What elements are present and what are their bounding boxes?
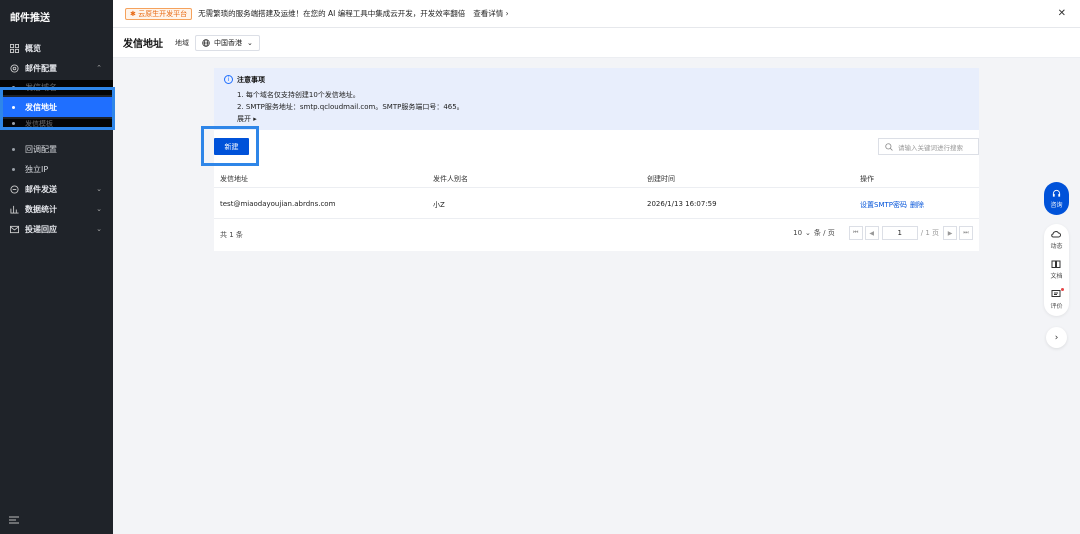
- column-header: 发件人别名: [433, 175, 468, 183]
- chevron-down-icon: ⌄: [805, 229, 811, 237]
- chevron-right-icon[interactable]: ›: [1046, 327, 1067, 348]
- column-header: 发信地址: [220, 175, 248, 183]
- close-icon[interactable]: ✕: [1058, 8, 1066, 19]
- notice-box: i 注意事项 1. 每个域名仅支持创建10个发信地址。 2. SMTP服务地址：…: [214, 68, 979, 130]
- bullet-icon: [12, 105, 15, 109]
- chevron-down-icon: ⌄: [247, 38, 253, 47]
- chevron-down-icon: ⌄: [96, 205, 102, 213]
- float-panel: 动态 文档 评价: [1044, 224, 1069, 316]
- bullet-icon: [12, 86, 15, 89]
- docs-button[interactable]: 文档: [1050, 254, 1063, 284]
- table-row: test@miaodayoujian.abrdns.com 小Z 2026/1/…: [214, 189, 979, 219]
- mail-icon: [9, 224, 19, 234]
- sidebar-item-mail-config[interactable]: 邮件配置 ⌃: [0, 58, 113, 78]
- sidebar-item-label: 投递回应: [25, 224, 57, 234]
- notice-title: 注意事项: [237, 76, 265, 84]
- sidebar-item-label: 独立IP: [25, 164, 49, 174]
- column-header: 操作: [860, 175, 874, 183]
- sidebar-item-callback[interactable]: 回调配置: [0, 139, 113, 159]
- promo-badge: ✱ 云原生开发平台: [125, 7, 193, 20]
- sidebar-item-sender-domain[interactable]: 发信域名: [0, 80, 113, 95]
- notice-expand-link[interactable]: 展开 ▸: [237, 114, 257, 124]
- notice-line: 2. SMTP服务地址：smtp.qcloudmail.com。SMTP服务端口…: [237, 103, 464, 111]
- new-button[interactable]: 新建: [214, 138, 249, 155]
- send-icon: [9, 184, 19, 194]
- prev-page-icon[interactable]: ◀: [864, 226, 879, 240]
- search-input[interactable]: 请输入关键词进行搜索: [878, 138, 979, 155]
- chevron-up-icon: ⌃: [96, 64, 102, 72]
- table-header: 发信地址 发件人别名 创建时间 操作: [214, 168, 979, 188]
- settings-icon: [9, 63, 19, 73]
- sidebar-item-label: 发信域名: [25, 83, 57, 92]
- headset-icon: [1052, 189, 1061, 197]
- consult-label: 咨询: [1050, 201, 1063, 209]
- sidebar-item-overview[interactable]: 概览: [0, 38, 113, 58]
- set-smtp-password-link[interactable]: 设置SMTP密码: [860, 200, 907, 210]
- sidebar-item-delivery-response[interactable]: 投递回应 ⌄: [0, 219, 113, 239]
- sidebar-item-label: 概览: [25, 43, 41, 53]
- cell-alias: 小Z: [433, 201, 445, 209]
- table-footer: 共 1 条 10 ⌄ 条 / 页 ⏮ ◀ 1 / 1 页 ▶ ⏭: [214, 221, 979, 245]
- bullet-icon: [12, 167, 15, 171]
- bullet-icon: [12, 122, 15, 125]
- cell-created: 2026/1/13 16:07:59: [647, 200, 717, 208]
- review-button[interactable]: 评价: [1050, 284, 1064, 314]
- chevron-down-icon: ⌄: [96, 225, 102, 233]
- region-select[interactable]: 中国香港 ⌄: [195, 34, 260, 51]
- sidebar-item-label: 发信地址: [25, 102, 57, 112]
- column-header: 创建时间: [647, 175, 675, 183]
- page-size-value: 10: [793, 229, 803, 237]
- region-label: 地域: [175, 38, 189, 47]
- last-page-icon[interactable]: ⏭: [959, 226, 973, 240]
- region-value: 中国香港: [214, 38, 242, 47]
- sidebar-item-sender-template[interactable]: 发信模板: [0, 119, 113, 128]
- docs-label: 文档: [1050, 272, 1063, 280]
- cloud-icon: [1051, 230, 1062, 237]
- chevron-down-icon: ⌄: [96, 185, 102, 193]
- sidebar-item-label: 邮件发送: [25, 184, 57, 194]
- total-count: 共 1 条: [220, 231, 243, 239]
- news-label: 动态: [1050, 242, 1063, 250]
- search-placeholder: 请输入关键词进行搜索: [898, 143, 963, 152]
- promo-banner: ✱ 云原生开发平台 无需繁琐的服务端搭建及运维！在您的 AI 编程工具中集成云开…: [113, 0, 1080, 28]
- notice-line: 1. 每个域名仅支持创建10个发信地址。: [237, 91, 360, 99]
- main-card: i 注意事项 1. 每个域名仅支持创建10个发信地址。 2. SMTP服务地址：…: [201, 68, 979, 251]
- page-size-unit: 条 / 页: [813, 229, 835, 237]
- review-label: 评价: [1050, 302, 1063, 310]
- book-icon: [1051, 260, 1061, 268]
- collapse-menu-icon[interactable]: [9, 516, 19, 524]
- sidebar-item-sender-address[interactable]: 发信地址: [0, 97, 113, 117]
- sidebar-item-label: 回调配置: [25, 144, 57, 154]
- sidebar-item-mail-send[interactable]: 邮件发送 ⌄: [0, 179, 113, 199]
- feedback-icon: [1051, 289, 1061, 297]
- globe-icon: [202, 38, 210, 47]
- sidebar: 邮件推送 概览 邮件配置 ⌃ 发信域名 发信地址 发信模板 回调配置 独立IP: [0, 0, 115, 534]
- promo-text: 无需繁琐的服务端搭建及运维！在您的 AI 编程工具中集成云开发，开发效率翻倍: [198, 9, 466, 18]
- sidebar-item-label: 数据统计: [25, 204, 57, 214]
- page-number-input[interactable]: 1: [881, 226, 918, 240]
- notification-dot: [1060, 288, 1064, 291]
- bullet-icon: [12, 147, 15, 151]
- consult-button[interactable]: 咨询: [1044, 182, 1069, 215]
- page-size-select[interactable]: 10 ⌄ 条 / 页: [793, 228, 835, 238]
- total-pages: / 1 页: [920, 229, 939, 237]
- pagination: 10 ⌄ 条 / 页 ⏮ ◀ 1 / 1 页 ▶ ⏭: [793, 226, 973, 240]
- first-page-icon[interactable]: ⏮: [848, 226, 863, 240]
- news-button[interactable]: 动态: [1050, 224, 1063, 254]
- info-icon: i: [224, 75, 233, 84]
- grid-icon: [9, 43, 19, 53]
- delete-link[interactable]: 删除: [910, 200, 924, 210]
- next-page-icon[interactable]: ▶: [943, 226, 957, 240]
- sidebar-item-label: 发信模板: [25, 119, 53, 128]
- product-title: 邮件推送: [10, 13, 50, 24]
- page-header: 发信地址 地域 中国香港 ⌄: [113, 28, 1080, 58]
- page-title: 发信地址: [123, 39, 163, 50]
- promo-details-link[interactable]: 查看详情 ›: [473, 8, 508, 19]
- sidebar-item-statistics[interactable]: 数据统计 ⌄: [0, 199, 113, 219]
- chart-icon: [9, 204, 19, 214]
- cell-address: test@miaodayoujian.abrdns.com: [220, 200, 336, 208]
- sidebar-item-label: 邮件配置: [25, 63, 57, 73]
- search-icon: [885, 142, 893, 151]
- sidebar-item-dedicated-ip[interactable]: 独立IP: [0, 159, 113, 179]
